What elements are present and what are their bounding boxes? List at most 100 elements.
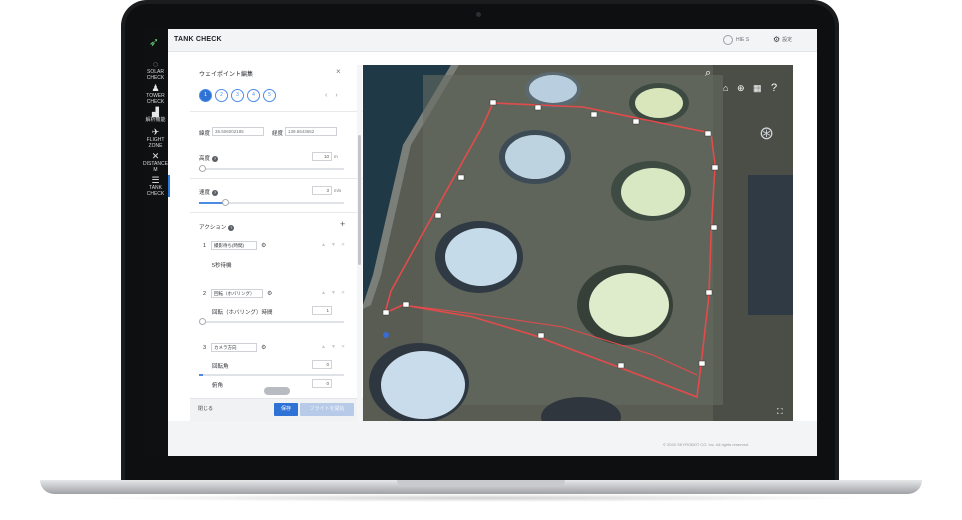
actions-label: アクション?: [199, 224, 235, 231]
nav-label: SOLAR CHECK: [146, 69, 165, 81]
altitude-unit: m: [334, 154, 338, 159]
panel-title: ウェイポイント編集: [199, 72, 254, 78]
lng-field[interactable]: 139.6643652: [285, 127, 337, 136]
left-nav: ➶ ◌ SOLAR CHECK ♟ TOWER CHECK ▟ 解析機能 ✈ F…: [143, 29, 170, 456]
action-slider[interactable]: [199, 374, 344, 376]
nav-label: DISTANCE M: [143, 161, 168, 173]
action-index: 2: [203, 291, 207, 297]
scroll-thumb[interactable]: [358, 135, 361, 265]
speed-input[interactable]: 3: [312, 186, 332, 195]
altitude-label: 高度?: [199, 155, 219, 162]
step-4[interactable]: 4: [247, 89, 260, 102]
page-footer: [168, 421, 817, 456]
home-point: [383, 332, 389, 338]
compass-icon[interactable]: ⊛: [759, 123, 774, 144]
action-sub: 回転角: [212, 364, 229, 370]
action-fill: [199, 374, 203, 376]
factory-icon: ▟: [152, 107, 159, 117]
action-sub: 5秒待機: [212, 263, 232, 269]
action-knob[interactable]: [199, 318, 206, 325]
add-action-button[interactable]: +: [340, 219, 345, 229]
panel-scrollbar[interactable]: [357, 65, 362, 421]
action-value[interactable]: 0: [312, 379, 332, 388]
lat-label: 緯度: [199, 131, 211, 137]
divider: [190, 212, 363, 213]
divider: [190, 111, 363, 112]
action-sub: 回転（ホバリング）時間: [212, 310, 273, 316]
crosshair-icon[interactable]: ⊕: [737, 83, 745, 94]
action-select-1[interactable]: 撮影待ち(時間): [211, 241, 257, 250]
help-icon: ?: [228, 224, 235, 231]
laptop-shadow: [90, 494, 872, 502]
camera-dot: [476, 12, 481, 17]
solar-icon: ◌: [152, 59, 159, 69]
nav-item-flight-zone[interactable]: ✈ FLIGHT ZONE: [143, 127, 168, 149]
altitude-knob[interactable]: [199, 165, 206, 172]
nav-item-tank[interactable]: ☰ TANK CHECK: [143, 175, 170, 197]
search-icon[interactable]: ⌕: [705, 67, 711, 80]
action-value[interactable]: 1: [312, 306, 332, 315]
app-header: TANK CHECK HIE S ⚙ 設定: [168, 29, 817, 52]
nav-label: TANK CHECK: [146, 185, 165, 197]
close-icon[interactable]: ×: [336, 67, 341, 76]
user-menu[interactable]: HIE S: [723, 34, 749, 46]
settings-button[interactable]: ⚙ 設定: [773, 35, 792, 44]
save-button[interactable]: 保存: [274, 403, 298, 416]
drone-icon: ✕: [151, 151, 160, 161]
fullscreen-icon[interactable]: ⛶: [777, 407, 783, 417]
satellite-map[interactable]: ⌕ ⌂ ⊕ ▦ ? ⊛ ⛶: [363, 65, 793, 421]
close-button[interactable]: 閉じる: [198, 405, 213, 412]
reorder-arrows[interactable]: ▲▼✕: [321, 290, 350, 296]
action-select-3[interactable]: カメラ方向: [211, 343, 257, 352]
start-flight-button[interactable]: フライトを開始: [300, 403, 354, 416]
logo-icon: ➶: [149, 35, 160, 49]
nav-item-distance[interactable]: ✕ DISTANCE M: [143, 151, 168, 173]
action-sub: 俯角: [212, 383, 224, 389]
gear-icon[interactable]: ⚙: [261, 344, 266, 351]
divider: [190, 178, 363, 179]
action-index: 3: [203, 345, 207, 351]
speed-knob[interactable]: [222, 199, 229, 206]
copyright-text: © 2020 SKYROBOT CO. Inc. All rights rese…: [663, 442, 750, 447]
help-icon: ?: [212, 189, 219, 196]
laptop-notch: [397, 480, 565, 487]
home-icon[interactable]: ⌂: [723, 83, 728, 93]
map-canvas: [363, 65, 793, 421]
tower-icon: ♟: [151, 83, 160, 93]
altitude-slider[interactable]: [199, 165, 344, 172]
gear-icon[interactable]: ⚙: [261, 242, 266, 249]
settings-label: 設定: [782, 37, 793, 43]
speed-unit: m/s: [334, 188, 342, 193]
action-value[interactable]: 0: [312, 360, 332, 369]
app-title: TANK CHECK: [174, 36, 222, 43]
action-index: 1: [203, 243, 207, 249]
help-icon[interactable]: ?: [771, 82, 777, 94]
user-name: HIE S: [736, 37, 750, 43]
action-slider[interactable]: [199, 318, 344, 325]
reorder-arrows[interactable]: ▲▼✕: [321, 344, 350, 350]
gear-icon[interactable]: ⚙: [267, 290, 272, 297]
pager-arrows[interactable]: ‹›: [325, 92, 346, 99]
nav-label: FLIGHT ZONE: [146, 137, 165, 149]
speed-label: 速度?: [199, 189, 219, 196]
action-select-2[interactable]: 回転（ホバリング）: [211, 289, 263, 298]
step-1[interactable]: 1: [199, 89, 212, 102]
panel-footer: 閉じる 保存 フライトを開始: [190, 398, 363, 421]
plane-icon: ✈: [151, 127, 160, 137]
step-5[interactable]: 5: [263, 89, 276, 102]
altitude-input[interactable]: 10: [312, 152, 332, 161]
step-2[interactable]: 2: [215, 89, 228, 102]
scroll-indicator[interactable]: [264, 387, 290, 395]
nav-item-tower[interactable]: ♟ TOWER CHECK: [143, 83, 168, 105]
nav-label: TOWER CHECK: [146, 93, 165, 105]
step-3[interactable]: 3: [231, 89, 244, 102]
nav-item-solar[interactable]: ◌ SOLAR CHECK: [143, 59, 168, 81]
layers-icon[interactable]: ▦: [753, 83, 762, 94]
nav-item-analysis[interactable]: ▟ 解析機能: [143, 107, 168, 129]
waypoint-panel: ウェイポイント編集 × 1 2 3 4 5 ‹› 緯度 35.506002185…: [190, 65, 364, 421]
avatar: [723, 35, 733, 45]
lat-field[interactable]: 35.506002185: [212, 127, 264, 136]
lng-label: 経度: [272, 131, 284, 137]
reorder-arrows[interactable]: ▲▼✕: [321, 242, 350, 248]
speed-slider[interactable]: [199, 199, 344, 206]
